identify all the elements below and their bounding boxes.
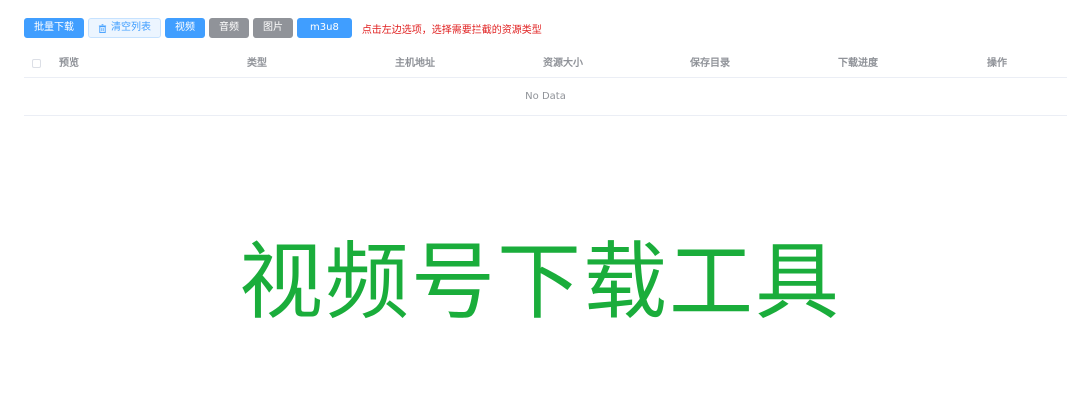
resource-table: 预览 类型 主机地址 资源大小 保存目录 下载进度 操作 No Data [24,50,1067,116]
table-header: 预览 类型 主机地址 资源大小 保存目录 下载进度 操作 [24,50,1067,78]
toolbar: 批量下载 清空列表 视频 音频 图片 m3u8 点击左边选项，选择需要拦截的资源… [24,18,542,38]
column-header-progress: 下载进度 [838,58,878,69]
table-body: No Data [24,78,1067,116]
batch-download-button[interactable]: 批量下载 [24,18,84,38]
image-filter-label: 图片 [263,22,283,33]
m3u8-filter-button[interactable]: m3u8 [297,18,352,38]
audio-filter-label: 音频 [219,22,239,33]
banner-title: 视频号下载工具 [238,233,841,331]
audio-filter-button[interactable]: 音频 [209,18,249,38]
column-header-actions: 操作 [987,58,1007,69]
batch-download-label: 批量下载 [34,22,74,33]
column-header-save-dir: 保存目录 [690,58,730,69]
column-header-type: 类型 [247,58,267,69]
clear-list-button[interactable]: 清空列表 [88,18,161,38]
trash-icon [98,23,107,33]
resource-type-hint: 点击左边选项，选择需要拦截的资源类型 [361,24,542,36]
video-filter-button[interactable]: 视频 [165,18,205,38]
m3u8-filter-label: m3u8 [310,22,339,33]
app-root: 批量下载 清空列表 视频 音频 图片 m3u8 点击左边选项，选择需要拦截的资源… [0,0,1080,420]
column-header-preview: 预览 [59,58,79,69]
column-header-size: 资源大小 [543,58,583,69]
column-header-host: 主机地址 [395,58,435,69]
video-filter-label: 视频 [175,22,195,33]
image-filter-button[interactable]: 图片 [253,18,293,38]
empty-state-text: No Data [525,91,566,102]
clear-list-label: 清空列表 [111,22,151,33]
select-all-checkbox[interactable] [32,59,41,68]
